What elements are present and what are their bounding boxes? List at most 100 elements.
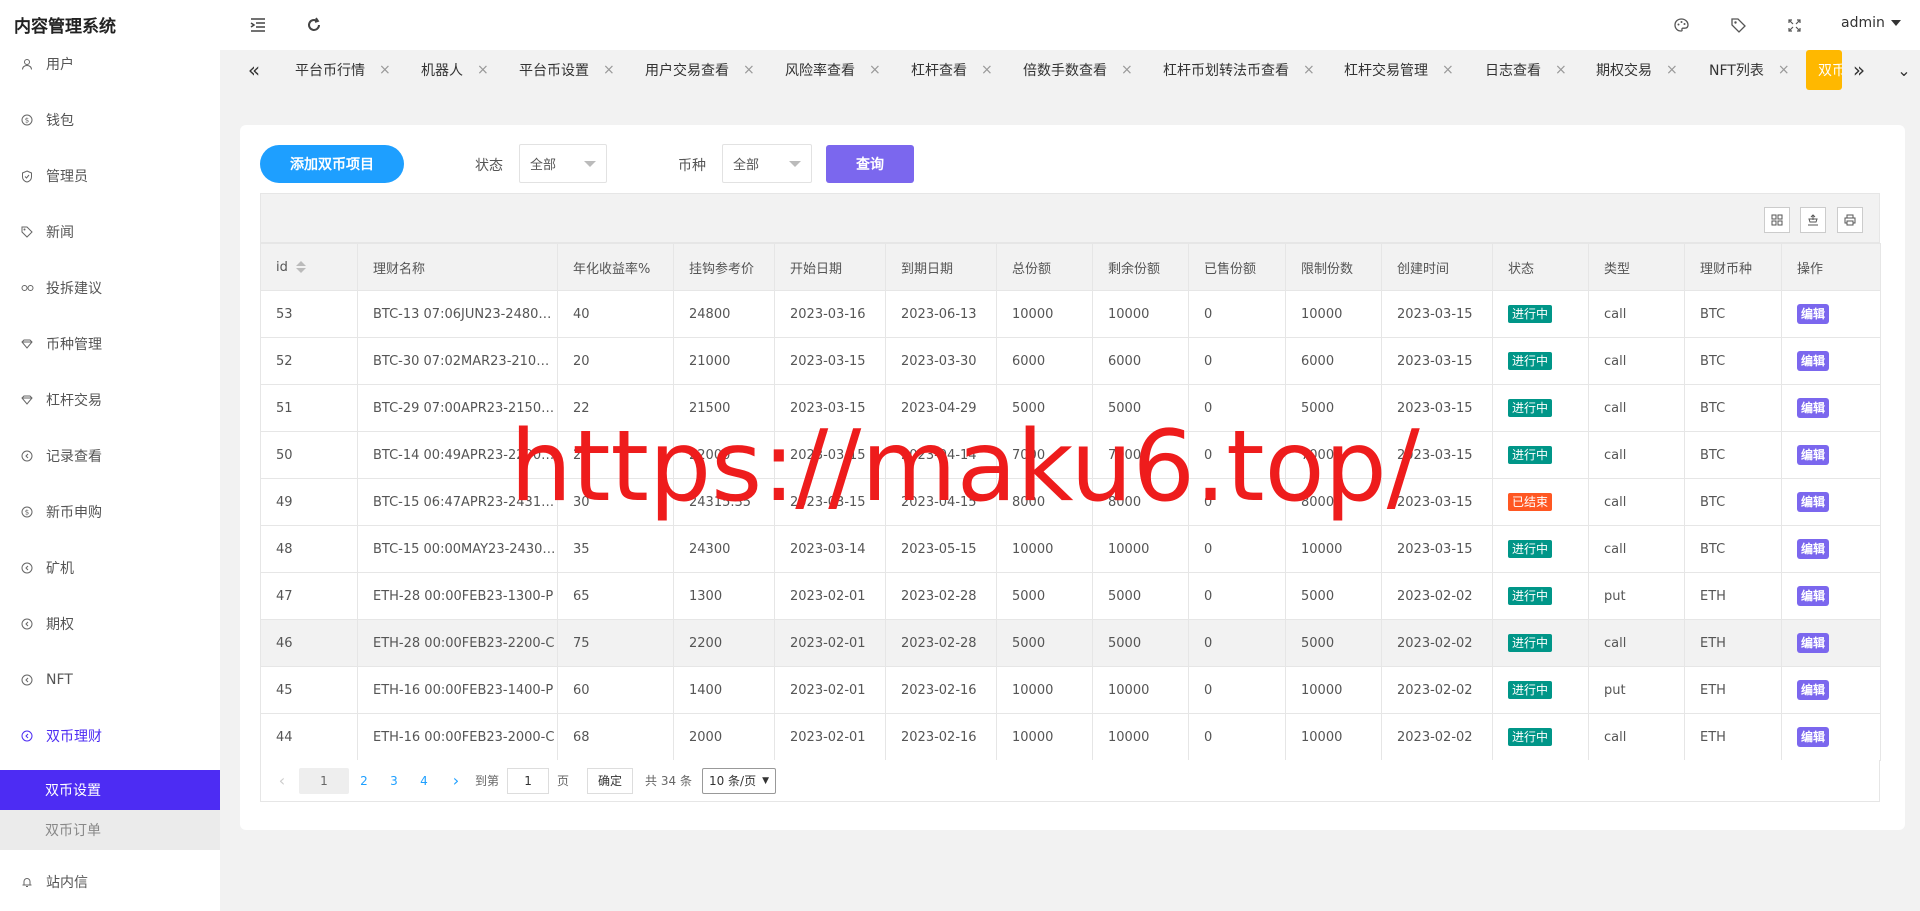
- fullscreen-icon[interactable]: [1783, 14, 1805, 36]
- tab-platform-settings[interactable]: 平台币设置 ×: [519, 50, 615, 90]
- cell-status: 进行中: [1492, 384, 1589, 432]
- cell-name: BTC-15 06:47APR23-24315-C: [357, 478, 558, 526]
- sidebar-subitem-dual-orders[interactable]: 双币订单: [0, 810, 220, 850]
- prev-page-icon[interactable]: ‹: [269, 768, 295, 794]
- sidebar-item-coins[interactable]: 币种管理: [0, 324, 220, 364]
- table-row: 50 BTC-14 00:49APR23-22000-C 20 22000 2023-0…: [260, 431, 1881, 479]
- tabs-scroll-right-icon[interactable]: »: [1845, 50, 1873, 90]
- cell-created: 2023-02-02: [1381, 713, 1493, 761]
- sidebar-item-miners[interactable]: 矿机: [0, 548, 220, 588]
- sidebar-item-records[interactable]: 记录查看: [0, 436, 220, 476]
- cell-end: 2023-06-13: [885, 290, 997, 338]
- sidebar-item-leverage[interactable]: 杠杆交易: [0, 380, 220, 420]
- edit-button[interactable]: 编辑: [1797, 680, 1830, 700]
- refresh-icon[interactable]: [303, 14, 325, 36]
- sidebar-item-ipo[interactable]: $ 新币申购: [0, 492, 220, 532]
- sidebar-subitem-dual-settings[interactable]: 双币设置: [0, 770, 220, 810]
- cell-end: 2023-04-14: [885, 431, 997, 479]
- page-2-button[interactable]: 2: [349, 768, 379, 794]
- tab-platform-quotes[interactable]: 平台币行情 ×: [295, 50, 391, 90]
- tab-logs[interactable]: 日志查看 ×: [1485, 50, 1567, 90]
- tab-risk-rate[interactable]: 风险率查看 ×: [785, 50, 881, 90]
- edit-button[interactable]: 编辑: [1797, 445, 1830, 465]
- cell-status: 进行中: [1492, 431, 1589, 479]
- next-page-icon[interactable]: ›: [443, 768, 469, 794]
- sidebar-item-admins[interactable]: 管理员: [0, 156, 220, 196]
- cell-rate: 20: [557, 431, 674, 479]
- user-menu[interactable]: admin: [1841, 15, 1901, 31]
- cell-coin: ETH: [1684, 713, 1782, 761]
- cell-type: call: [1588, 713, 1685, 761]
- page-size-select[interactable]: 10 条/页 ▼: [701, 767, 777, 794]
- table-row: 49 BTC-15 06:47APR23-24315-C 30 24315.35 202…: [260, 478, 1881, 526]
- col-rate: 年化收益率%: [557, 243, 674, 291]
- query-button[interactable]: 查询: [826, 145, 914, 183]
- cell-name: BTC-29 07:00APR23-21500-C: [357, 384, 558, 432]
- coin-icon: $: [20, 505, 34, 519]
- tag-icon[interactable]: [1727, 14, 1749, 36]
- menu-collapse-icon[interactable]: [247, 14, 269, 36]
- sidebar-item-nft[interactable]: NFT: [0, 660, 220, 700]
- theme-palette-icon[interactable]: [1670, 14, 1692, 36]
- add-dual-coin-button[interactable]: 添加双币项目: [260, 145, 404, 183]
- sidebar-item-suggestions[interactable]: 投拆建议: [0, 268, 220, 308]
- edit-button[interactable]: 编辑: [1797, 351, 1830, 371]
- edit-button[interactable]: 编辑: [1797, 304, 1830, 324]
- edit-button[interactable]: 编辑: [1797, 586, 1830, 606]
- col-actions: 操作: [1781, 243, 1881, 291]
- sidebar-item-dual-coin[interactable]: 双币理财: [0, 716, 220, 756]
- edit-button[interactable]: 编辑: [1797, 492, 1830, 512]
- print-icon[interactable]: [1837, 207, 1863, 233]
- tab-robot[interactable]: 机器人 ×: [421, 50, 489, 90]
- cell-status: 进行中: [1492, 572, 1589, 620]
- edit-button[interactable]: 编辑: [1797, 398, 1830, 418]
- tab-option-trades[interactable]: 期权交易 ×: [1596, 50, 1678, 90]
- cell-start: 2023-03-15: [774, 384, 886, 432]
- export-icon[interactable]: [1800, 207, 1826, 233]
- cell-remain: 10000: [1092, 713, 1189, 761]
- tab-multiplier[interactable]: 倍数手数查看 ×: [1023, 50, 1133, 90]
- cell-sold: 0: [1188, 384, 1286, 432]
- tab-user-trades[interactable]: 用户交易查看 ×: [645, 50, 755, 90]
- cell-actions: 编辑: [1781, 337, 1881, 385]
- cell-remain: 5000: [1092, 572, 1189, 620]
- table-row: 48 BTC-15 00:00MAY23-24300-C 35 24300 2023-0…: [260, 525, 1881, 573]
- page-3-button[interactable]: 3: [379, 768, 409, 794]
- edit-button[interactable]: 编辑: [1797, 539, 1830, 559]
- status-select[interactable]: 全部: [519, 144, 607, 183]
- cell-rate: 20: [557, 337, 674, 385]
- cell-total: 10000: [996, 666, 1093, 714]
- edit-button[interactable]: 编辑: [1797, 727, 1830, 747]
- col-id[interactable]: id: [260, 243, 358, 291]
- goto-page-input[interactable]: 1: [507, 767, 550, 794]
- tab-dual-coin[interactable]: 双币: [1806, 50, 1842, 90]
- tab-leverage-manage[interactable]: 杠杆交易管理 ×: [1344, 50, 1454, 90]
- tab-leverage-view[interactable]: 杠杆查看 ×: [911, 50, 993, 90]
- status-badge: 进行中: [1508, 352, 1553, 370]
- cell-actions: 编辑: [1781, 290, 1881, 338]
- cell-name: ETH-28 00:00FEB23-1300-P: [357, 572, 558, 620]
- sidebar-item-inbox[interactable]: 站内信: [0, 862, 220, 902]
- cell-start: 2023-02-01: [774, 572, 886, 620]
- sidebar-item-news[interactable]: 新闻: [0, 212, 220, 252]
- columns-filter-icon[interactable]: [1764, 207, 1790, 233]
- chevron-down-icon[interactable]: ⌄: [1890, 50, 1918, 90]
- sidebar-item-wallet[interactable]: $ 钱包: [0, 100, 220, 140]
- page-4-button[interactable]: 4: [409, 768, 439, 794]
- cell-rate: 22: [557, 384, 674, 432]
- goto-confirm-button[interactable]: 确定: [587, 767, 634, 794]
- coin-select[interactable]: 全部: [722, 144, 812, 183]
- tabs-scroll-left-icon[interactable]: «: [240, 50, 268, 90]
- cell-end: 2023-04-15: [885, 478, 997, 526]
- cell-name: ETH-28 00:00FEB23-2200-C: [357, 619, 558, 667]
- sidebar-item-users[interactable]: 用户: [0, 50, 220, 84]
- tab-nft-list[interactable]: NFT列表 ×: [1709, 50, 1790, 90]
- cell-total: 10000: [996, 290, 1093, 338]
- sidebar-item-options[interactable]: 期权: [0, 604, 220, 644]
- status-badge: 已结束: [1508, 493, 1553, 511]
- page-1-button[interactable]: 1: [299, 767, 349, 794]
- diamond-icon: [20, 393, 34, 407]
- edit-button[interactable]: 编辑: [1797, 633, 1830, 653]
- tab-leverage-transfer[interactable]: 杠杆币划转法币查看 ×: [1163, 50, 1315, 90]
- chevron-down-icon: ▼: [762, 775, 770, 786]
